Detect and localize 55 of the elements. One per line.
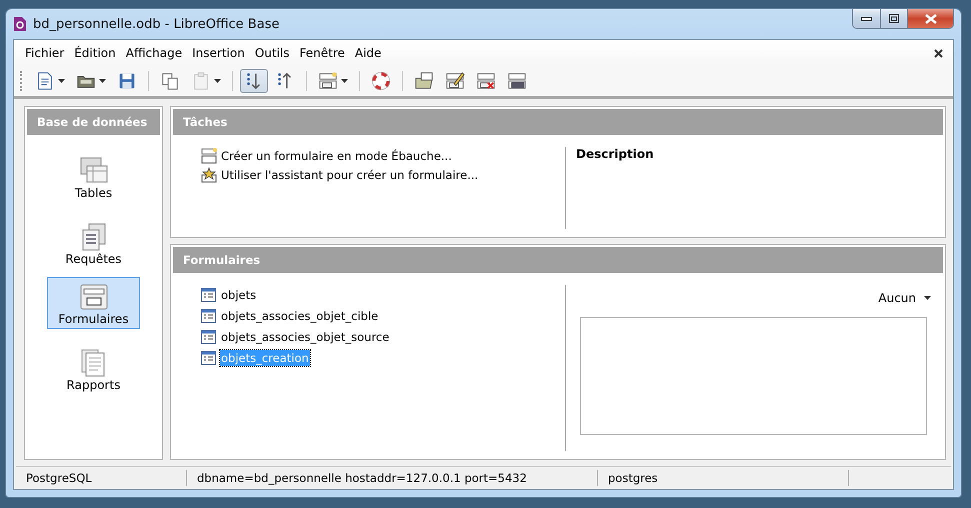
form-document-icon [201,288,216,302]
minimize-button[interactable] [853,9,880,28]
panel-header: Tâches [173,109,943,135]
task-link[interactable]: Utiliser l'assistant pour créer un formulaire... [201,166,565,183]
document-icon [35,71,55,91]
close-icon [924,14,936,24]
menu-item[interactable]: Fichier [20,46,70,60]
form-delete-icon [476,71,496,91]
form-icon [318,71,338,91]
task-link[interactable]: Créer un formulaire en mode Ébauche... [201,147,565,164]
clipboard-icon [191,71,211,91]
caret-icon [924,296,931,300]
menu-item[interactable]: Édition [69,46,121,60]
description-title: Description [576,147,655,161]
caret-icon [99,79,106,83]
toolbar-button[interactable] [240,69,268,93]
menu-item[interactable]: Aide [350,46,386,60]
lifebuoy-icon [371,71,391,91]
caret-icon [58,79,65,83]
form-document-icon [201,350,216,364]
status-text: postgres [598,470,849,486]
copy-icon [160,71,180,91]
form-list-item[interactable]: objets_associes_objet_cible [201,306,380,325]
form-pencil-icon [445,71,465,91]
form-list-item[interactable]: objets [201,285,258,304]
form-document-icon [201,308,216,322]
status-text: dbname=bd_personnelle hostaddr=127.0.0.1 port=5432 [187,470,598,486]
folder-form-icon [414,71,434,91]
panel-header: Base de données [27,109,160,135]
maximize-icon [889,14,899,23]
preview-dropdown[interactable]: Aucun [878,291,931,305]
form-icon [78,282,108,312]
sidebar-item[interactable]: Rapports [47,343,140,395]
window-title: bd_personnelle.odb - LibreOffice Base [33,16,280,32]
menu-item[interactable]: Outils [250,46,295,60]
status-text: PostgreSQL [16,470,187,486]
maximize-button[interactable] [880,9,907,28]
form-rename-icon [507,71,527,91]
close-button[interactable] [907,9,953,28]
panel-header: Formulaires [173,247,943,273]
form-list-item[interactable]: objets_associes_objet_source [201,327,390,346]
close-icon [934,49,943,58]
sidebar-item[interactable]: Requêtes [47,217,140,269]
wizard-icon [201,166,217,182]
form-icon [201,148,217,164]
menu-item[interactable]: Affichage [120,46,188,60]
app-logo-icon [13,16,27,32]
menu-item[interactable]: Insertion [187,46,250,60]
sidebar-item[interactable]: Formulaires [47,277,140,329]
caret-icon [341,79,348,83]
sidebar-item[interactable]: Tables [47,151,140,203]
form-document-icon [201,330,216,344]
caret-icon [214,79,221,83]
minimize-icon [861,16,872,20]
menu-item[interactable]: Fenêtre [294,46,350,60]
